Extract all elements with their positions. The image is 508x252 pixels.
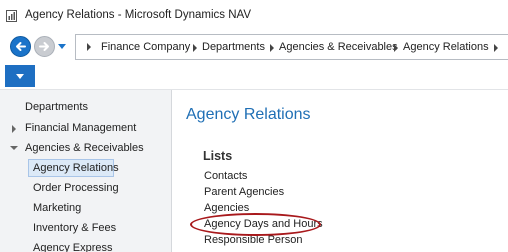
chevron-down-icon [16,74,24,79]
history-dropdown-icon[interactable] [58,44,66,49]
breadcrumb-departments[interactable]: Departments [202,41,265,53]
breadcrumb-finance-company[interactable]: Finance Company [101,41,190,53]
breadcrumb-separator-icon[interactable] [193,44,197,52]
address-bar[interactable]: Finance Company Departments Agencies & R… [75,34,508,60]
nav-item-departments[interactable]: Departments [25,101,88,113]
navigation-pane: Departments Financial Management Agencie… [0,90,172,252]
app-icon [6,10,17,22]
ribbon-bar [0,64,508,90]
back-button[interactable] [10,36,31,57]
forward-button[interactable] [34,36,55,57]
nav-item-agency-express[interactable]: Agency Express [33,242,112,252]
chevron-right-icon[interactable] [12,125,16,133]
page-title: Agency Relations [186,106,311,123]
nav-item-order-processing[interactable]: Order Processing [33,182,119,194]
ribbon-menu-button[interactable] [5,65,35,87]
breadcrumb-separator-icon[interactable] [394,44,398,52]
breadcrumb-separator-icon[interactable] [270,44,274,52]
title-bar: Agency Relations - Microsoft Dynamics NA… [0,0,508,30]
navigation-bar: Finance Company Departments Agencies & R… [0,30,508,64]
nav-item-agencies-receivables[interactable]: Agencies & Receivables [25,142,144,154]
nav-item-financial-management[interactable]: Financial Management [25,122,136,134]
nav-item-inventory-fees[interactable]: Inventory & Fees [33,222,116,234]
highlight-ellipse [190,213,321,236]
chevron-down-icon[interactable] [10,146,18,150]
breadcrumb-agencies-receivables[interactable]: Agencies & Receivables [279,41,398,53]
back-arrow-icon [16,42,26,51]
content-area: Agency Relations Lists Contacts Parent A… [173,90,508,252]
lists-heading: Lists [203,149,233,163]
nav-item-marketing[interactable]: Marketing [33,202,81,214]
address-chevron-icon[interactable] [87,43,91,51]
link-parent-agencies[interactable]: Parent Agencies [204,186,284,198]
breadcrumb-agency-relations[interactable]: Agency Relations [403,41,489,53]
window-title: Agency Relations - Microsoft Dynamics NA… [25,9,252,21]
link-contacts[interactable]: Contacts [204,170,247,182]
breadcrumb-separator-icon[interactable] [494,44,498,52]
forward-arrow-icon [39,42,49,51]
link-agencies[interactable]: Agencies [204,202,249,214]
nav-item-agency-relations[interactable]: Agency Relations [33,162,119,174]
